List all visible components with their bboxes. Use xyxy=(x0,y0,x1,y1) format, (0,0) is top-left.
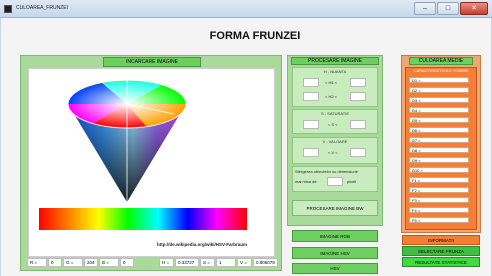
processing-header: PROCESARE IMAGINE xyxy=(291,57,379,65)
v-label: < V < xyxy=(328,150,338,155)
saturation-group-title: S - SATURATIE xyxy=(320,111,350,116)
h-readout-value: 0.33727 xyxy=(175,258,199,267)
maximize-icon: □ xyxy=(445,5,451,12)
s-readout-label: S = xyxy=(200,258,215,267)
s-min-input[interactable] xyxy=(303,120,319,129)
close-icon: × xyxy=(471,5,477,12)
close-button[interactable]: × xyxy=(460,2,488,15)
hue-group-title: H - NUANTA xyxy=(323,69,347,74)
feature-d8: D8 = xyxy=(409,147,469,153)
v-readout-label: V = xyxy=(237,258,252,267)
h2-min-input[interactable] xyxy=(303,92,319,101)
rgb-image-button[interactable]: IMAGINE RGB xyxy=(292,230,378,242)
info-button[interactable]: INFORMATII xyxy=(402,235,480,245)
shape-features-title: CARACTERISTICILE FORMEI xyxy=(413,68,469,73)
value-group-title: V - VALOARE xyxy=(322,139,348,144)
feature-d4: D4 = xyxy=(409,107,469,113)
b-readout-value: 0 xyxy=(120,258,134,267)
h-readout-label: H = xyxy=(159,258,174,267)
feature-d9: D9 = xyxy=(409,157,469,163)
h2-max-input[interactable] xyxy=(350,92,366,101)
feature-d2: D2 = xyxy=(409,87,469,93)
cleanup-text: Stergerea obiectelor cu dimensiune xyxy=(295,169,358,174)
feature-d5: D5 = xyxy=(409,117,469,123)
v-max-input[interactable] xyxy=(350,148,366,157)
hsv-cone-image xyxy=(67,79,187,202)
feature-f5: F5 = xyxy=(409,217,469,223)
minimize-icon: – xyxy=(423,5,427,12)
app-icon xyxy=(4,5,12,13)
g-readout-value: 204 xyxy=(84,258,98,267)
feature-f2: F2 = xyxy=(409,187,469,193)
average-color-header: CULOAREA MEDIE xyxy=(409,57,473,65)
feature-d10: D10 = xyxy=(409,167,469,173)
process-bw-button[interactable]: PROCESARE IMAGINE BW xyxy=(292,200,378,216)
cleanup-text-2: mai mica de xyxy=(295,179,317,184)
page-title: FORMA FRUNZEI xyxy=(209,30,301,42)
h2-label: < H2 < xyxy=(325,94,338,99)
min-size-input[interactable] xyxy=(327,177,343,186)
image-credit-url: http://de.wikipedia.org/wiki/HSV-Farbrau… xyxy=(157,242,248,247)
feature-f4: F4 = xyxy=(409,207,469,213)
hsv-image-button[interactable]: IMAGINE HSV xyxy=(292,247,378,259)
h1-max-input[interactable] xyxy=(350,78,366,87)
feature-f3: F3 = xyxy=(409,197,469,203)
v-readout-value: 0.806079 xyxy=(253,258,278,267)
feature-d6: D6 = xyxy=(409,127,469,133)
g-readout-label: G = xyxy=(63,258,83,267)
load-image-button[interactable]: INCARCARE IMAGINE xyxy=(103,57,201,67)
r-readout-value: 0 xyxy=(48,258,62,267)
minimize-button[interactable]: – xyxy=(414,2,436,15)
statistics-results-button[interactable]: REZULTATE STATISTICE xyxy=(402,257,480,267)
h1-label: < H1 < xyxy=(325,80,338,85)
v-min-input[interactable] xyxy=(303,148,319,157)
select-leaf-button[interactable]: SELECTARE FRUNZA xyxy=(402,246,480,256)
s-max-input[interactable] xyxy=(350,120,366,129)
maximize-button[interactable]: □ xyxy=(437,2,459,15)
b-readout-label: B = xyxy=(99,258,119,267)
r-readout-label: R = xyxy=(27,258,47,267)
s-readout-value: 1 xyxy=(216,258,236,267)
feature-d7: D7 = xyxy=(409,137,469,143)
hsv-button[interactable]: HSV xyxy=(292,263,378,274)
feature-d3: D3 = xyxy=(409,97,469,103)
pixels-label: pixeli xyxy=(347,179,357,184)
hue-spectrum-bar xyxy=(39,208,247,230)
feature-f1: F1 = xyxy=(409,177,469,183)
s-label: < S < xyxy=(328,122,338,127)
h1-min-input[interactable] xyxy=(303,78,319,87)
feature-d1: D1 = xyxy=(409,77,469,83)
window-title: CULOAREA_FRUNZEI xyxy=(16,5,68,11)
